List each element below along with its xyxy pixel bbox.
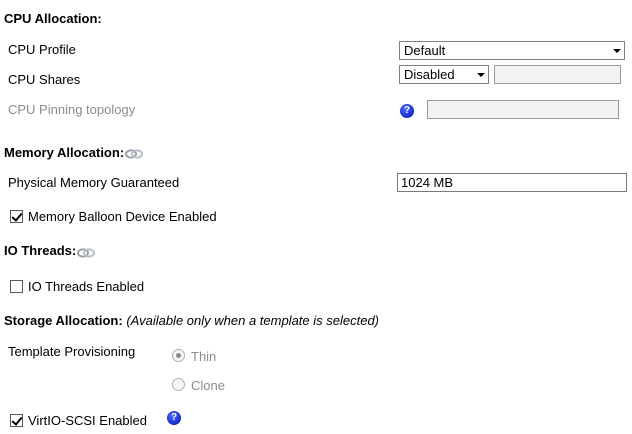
memory-allocation-title: Memory Allocation: <box>4 145 125 160</box>
clone-radio-label: Clone <box>191 378 225 393</box>
thin-radio[interactable] <box>172 349 185 362</box>
storage-allocation-title: Storage Allocation: (Available only when… <box>4 313 379 328</box>
clone-radio[interactable] <box>172 378 185 391</box>
help-icon[interactable]: ? <box>400 104 414 118</box>
cpu-pinning-input <box>427 100 619 119</box>
memory-balloon-label: Memory Balloon Device Enabled <box>28 209 217 224</box>
chevron-down-icon <box>610 43 623 58</box>
cpu-allocation-title: CPU Allocation: <box>4 11 102 26</box>
link-icon[interactable] <box>125 149 143 159</box>
storage-allocation-label: Storage Allocation: <box>4 313 123 328</box>
virtio-scsi-label: VirtIO-SCSI Enabled <box>28 413 147 428</box>
template-provisioning-label: Template Provisioning <box>8 344 136 359</box>
cpu-profile-select[interactable]: Default <box>399 41 625 60</box>
thin-radio-label: Thin <box>191 349 217 364</box>
storage-allocation-note: (Available only when a template is selec… <box>126 313 380 328</box>
chevron-down-icon <box>474 67 487 82</box>
physical-memory-input[interactable]: 1024 MB <box>397 173 627 192</box>
cpu-pinning-label: CPU Pinning topology <box>8 102 136 117</box>
cpu-profile-value: Default <box>404 43 446 58</box>
cpu-profile-label: CPU Profile <box>8 42 76 57</box>
io-threads-label: IO Threads Enabled <box>28 279 145 294</box>
help-icon[interactable]: ? <box>167 411 181 425</box>
cpu-shares-value: Disabled <box>404 67 455 82</box>
cpu-shares-label: CPU Shares <box>8 72 81 87</box>
memory-balloon-checkbox[interactable] <box>10 210 23 223</box>
cpu-shares-select[interactable]: Disabled <box>399 65 489 84</box>
io-threads-checkbox[interactable] <box>10 280 23 293</box>
io-threads-title: IO Threads: <box>4 243 77 258</box>
physical-memory-label: Physical Memory Guaranteed <box>8 175 180 190</box>
virtio-scsi-checkbox[interactable] <box>10 414 23 427</box>
cpu-shares-input[interactable] <box>494 65 621 84</box>
link-icon[interactable] <box>77 248 95 258</box>
